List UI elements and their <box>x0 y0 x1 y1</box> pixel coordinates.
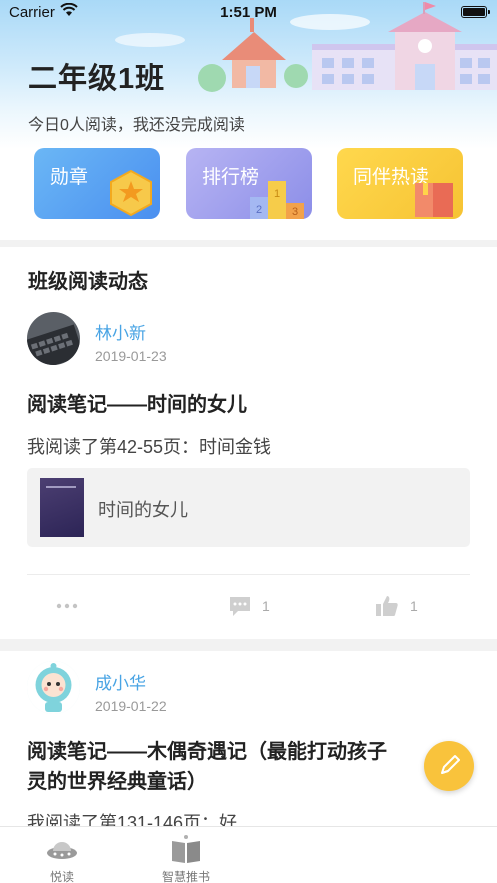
class-reading-feed: 班级阅读动态 林小新 2019-01-23 阅读笔记——时间的女儿 我阅读了第4… <box>0 247 497 639</box>
medal-button[interactable]: 勋章 <box>34 148 160 219</box>
like-count: 1 <box>410 598 418 614</box>
podium-icon: 2 1 3 <box>250 181 304 219</box>
write-note-button[interactable] <box>424 741 474 791</box>
avatar[interactable] <box>27 312 80 365</box>
medal-icon <box>110 169 152 217</box>
open-book-icon <box>172 835 200 863</box>
tab-smart-recommend[interactable]: 智慧推书 <box>146 827 226 883</box>
post-username[interactable]: 成小华 <box>95 669 146 694</box>
post-date: 2019-01-22 <box>95 698 167 714</box>
battery-icon <box>461 6 490 18</box>
comment-icon <box>230 597 250 616</box>
feed-section-title: 班级阅读动态 <box>28 271 148 293</box>
book-card-title: 时间的女儿 <box>98 500 188 520</box>
avatar[interactable] <box>27 661 80 714</box>
more-dots-icon <box>56 603 78 609</box>
post-excerpt[interactable]: 我阅读了第42-55页：时间金钱 <box>27 433 271 459</box>
class-title: 二年级1班 <box>28 63 166 95</box>
thumbs-up-icon <box>376 596 398 616</box>
post-title-line-2: 灵的世界经典童话） <box>27 771 207 793</box>
ufo-icon <box>47 842 77 859</box>
tab-smart-recommend-label: 智慧推书 <box>161 870 210 883</box>
tab-reading-label: 悦读 <box>49 870 74 883</box>
post-username[interactable]: 林小新 <box>95 319 146 344</box>
keyboard-photo-avatar <box>27 312 80 365</box>
svg-text:1: 1 <box>274 188 280 200</box>
clock: 1:51 PM <box>220 4 277 21</box>
post-title[interactable]: 阅读笔记——木偶奇遇记（最能打动孩子 灵的世界经典童话） <box>27 737 387 797</box>
medal-button-label: 勋章 <box>50 167 89 188</box>
post-title-line-1: 阅读笔记——木偶奇遇记（最能打动孩子 <box>27 741 387 763</box>
reading-status-text: 今日0人阅读，我还没完成阅读 <box>28 117 245 134</box>
leaderboard-button[interactable]: 排行榜 2 1 3 <box>186 148 312 219</box>
book-cover-image <box>40 478 84 537</box>
astronaut-avatar <box>27 661 80 714</box>
tab-reading[interactable]: 悦读 <box>22 827 102 883</box>
post-date: 2019-01-23 <box>95 348 167 364</box>
status-bar: Carrier 1:51 PM <box>0 0 497 26</box>
peer-reading-button[interactable]: 同伴热读 <box>337 148 463 219</box>
feed-post-2: 成小华 2019-01-22 阅读笔记——木偶奇遇记（最能打动孩子 灵的世界经典… <box>0 651 497 836</box>
divider <box>27 574 470 575</box>
pencil-icon <box>441 755 460 774</box>
book-card[interactable]: 时间的女儿 <box>27 468 470 547</box>
svg-text:2: 2 <box>256 204 262 216</box>
svg-text:3: 3 <box>292 206 298 218</box>
like-button[interactable]: 1 <box>375 593 435 619</box>
more-button[interactable] <box>56 593 86 619</box>
header-hero: Carrier 1:51 PM 二年级1班 今日0人阅读，我还没完成阅读 勋章 … <box>0 0 497 240</box>
post-title[interactable]: 阅读笔记——时间的女儿 <box>27 390 247 420</box>
comment-button[interactable]: 1 <box>228 593 288 619</box>
book-icon <box>415 183 453 217</box>
tab-bar: 悦读 智慧推书 <box>0 826 497 883</box>
comment-count: 1 <box>262 598 270 614</box>
